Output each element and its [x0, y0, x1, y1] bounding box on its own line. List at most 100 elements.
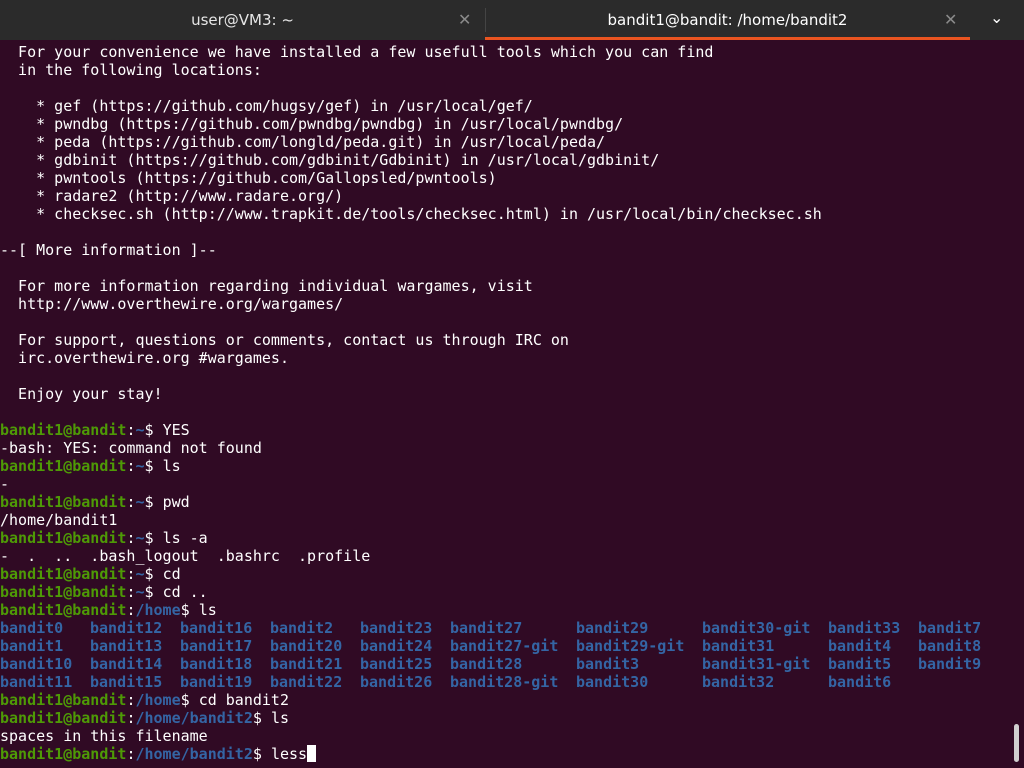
directory-entry: bandit31 — [702, 637, 775, 655]
tab-bar: user@VM3: ~ ✕ bandit1@bandit: /home/band… — [0, 0, 1024, 40]
prompt-line: bandit1@bandit:~$ cd .. — [0, 583, 1024, 601]
directory-entry: bandit2 — [270, 619, 334, 637]
motd-line — [0, 223, 1024, 241]
prompt-symbol: $ — [252, 709, 271, 727]
motd-line: * gdbinit (https://github.com/gdbinit/Gd… — [0, 151, 660, 169]
tab-user-vm3[interactable]: user@VM3: ~ — [0, 0, 485, 40]
motd-line: Enjoy your stay! — [0, 385, 163, 403]
directory-entry: bandit30-git — [702, 619, 811, 637]
motd-line — [0, 403, 1024, 421]
command-text: ls — [162, 457, 181, 475]
prompt-symbol: $ — [144, 583, 163, 601]
prompt-user: bandit1@bandit — [0, 565, 127, 583]
prompt-user: bandit1@bandit — [0, 493, 127, 511]
prompt-user: bandit1@bandit — [0, 745, 127, 763]
motd-line: * pwntools (https://github.com/Gallopsle… — [0, 169, 497, 187]
motd-line: * peda (https://github.com/longld/peda.g… — [0, 133, 606, 151]
directory-entry: bandit1 — [0, 637, 64, 655]
prompt-line: bandit1@bandit:/home$ cd bandit2 — [0, 691, 1024, 709]
command-text: YES — [162, 421, 190, 439]
prompt-user: bandit1@bandit — [0, 691, 127, 709]
directory-entry: bandit28 — [450, 655, 523, 673]
prompt-symbol: $ — [180, 601, 199, 619]
ls-row: bandit10 bandit14 bandit18 bandit21 bandit25… — [0, 655, 1024, 673]
directory-entry: bandit27-git — [450, 637, 559, 655]
directory-entry: bandit10 — [0, 655, 73, 673]
directory-entry: bandit28-git — [450, 673, 559, 691]
prompt-symbol: $ — [144, 457, 163, 475]
prompt-user: bandit1@bandit — [0, 457, 127, 475]
command-text: cd — [162, 565, 181, 583]
motd-line: * gef (https://github.com/hugsy/gef) in … — [0, 97, 533, 115]
prompt-symbol: $ — [144, 421, 163, 439]
command-text: ls -a — [162, 529, 208, 547]
directory-entry: bandit31-git — [702, 655, 811, 673]
command-output: /home/bandit1 — [0, 511, 118, 529]
directory-entry: bandit4 — [828, 637, 892, 655]
prompt-path: ~ — [135, 583, 145, 601]
prompt-line: bandit1@bandit:~$ cd — [0, 565, 1024, 583]
command-output: - . .. .bash_logout .bashrc .profile — [0, 547, 371, 565]
prompt-path: ~ — [135, 565, 145, 583]
prompt-user: bandit1@bandit — [0, 583, 127, 601]
prompt-line: bandit1@bandit:~$ YES — [0, 421, 1024, 439]
prompt-symbol: $ — [144, 493, 163, 511]
prompt-user: bandit1@bandit — [0, 709, 127, 727]
directory-entry: bandit27 — [450, 619, 523, 637]
tab-title: user@VM3: ~ — [191, 11, 294, 29]
motd-line: irc.overthewire.org #wargames. — [0, 349, 289, 367]
directory-entry: bandit14 — [90, 655, 163, 673]
close-icon[interactable]: ✕ — [944, 10, 957, 29]
tab-title: bandit1@bandit: /home/bandit2 — [607, 11, 848, 29]
tab-bandit2[interactable]: bandit1@bandit: /home/bandit2 — [485, 0, 970, 40]
prompt-symbol: $ — [180, 691, 199, 709]
directory-entry: bandit26 — [360, 673, 433, 691]
command-output: - — [0, 475, 10, 493]
prompt-symbol: $ — [252, 745, 271, 763]
directory-entry: bandit17 — [180, 637, 253, 655]
directory-entry: bandit18 — [180, 655, 253, 673]
command-output: -bash: YES: command not found — [0, 439, 262, 457]
prompt-path: /home/bandit2 — [135, 745, 253, 763]
command-text: ls — [198, 601, 217, 619]
prompt-path: /home — [135, 601, 181, 619]
directory-entry: bandit15 — [90, 673, 163, 691]
directory-entry: bandit5 — [828, 655, 892, 673]
scrollbar[interactable] — [1014, 724, 1019, 762]
motd-line: For more information regarding individua… — [0, 277, 533, 295]
prompt-user: bandit1@bandit — [0, 529, 127, 547]
command-text: cd bandit2 — [198, 691, 289, 709]
motd-line — [0, 79, 1024, 97]
prompt-path: ~ — [135, 457, 145, 475]
directory-entry: bandit6 — [828, 673, 892, 691]
ls-row: bandit11 bandit15 bandit19 bandit22 bandit26… — [0, 673, 1024, 691]
prompt-user: bandit1@bandit — [0, 421, 127, 439]
directory-entry: bandit11 — [0, 673, 73, 691]
motd-line — [0, 259, 1024, 277]
directory-entry: bandit3 — [576, 655, 640, 673]
terminal-output[interactable]: For your convenience we have installed a… — [0, 40, 1024, 768]
command-text: cd .. — [162, 583, 208, 601]
directory-entry: bandit22 — [270, 673, 343, 691]
prompt-line: bandit1@bandit:~$ pwd — [0, 493, 1024, 511]
prompt-line: bandit1@bandit:~$ ls -a — [0, 529, 1024, 547]
directory-entry: bandit20 — [270, 637, 343, 655]
motd-line: http://www.overthewire.org/wargames/ — [0, 295, 344, 313]
directory-entry: bandit21 — [270, 655, 343, 673]
directory-entry: bandit19 — [180, 673, 253, 691]
prompt-line: bandit1@bandit:~$ ls — [0, 457, 1024, 475]
close-icon[interactable]: ✕ — [458, 10, 471, 29]
directory-entry: bandit13 — [90, 637, 163, 655]
directory-entry: bandit16 — [180, 619, 253, 637]
prompt-user: bandit1@bandit — [0, 601, 127, 619]
motd-line: * radare2 (http://www.radare.org/) — [0, 187, 344, 205]
directory-entry: bandit29-git — [576, 637, 685, 655]
ls-row: bandit0 bandit12 bandit16 bandit2 bandit23 ba… — [0, 619, 1024, 637]
directory-entry: bandit25 — [360, 655, 433, 673]
motd-line: * pwndbg (https://github.com/pwndbg/pwnd… — [0, 115, 624, 133]
directory-entry: bandit30 — [576, 673, 649, 691]
chevron-down-icon[interactable]: ⌄ — [990, 8, 1003, 27]
directory-entry: bandit0 — [0, 619, 64, 637]
prompt-path: ~ — [135, 493, 145, 511]
command-text: less — [270, 745, 308, 763]
